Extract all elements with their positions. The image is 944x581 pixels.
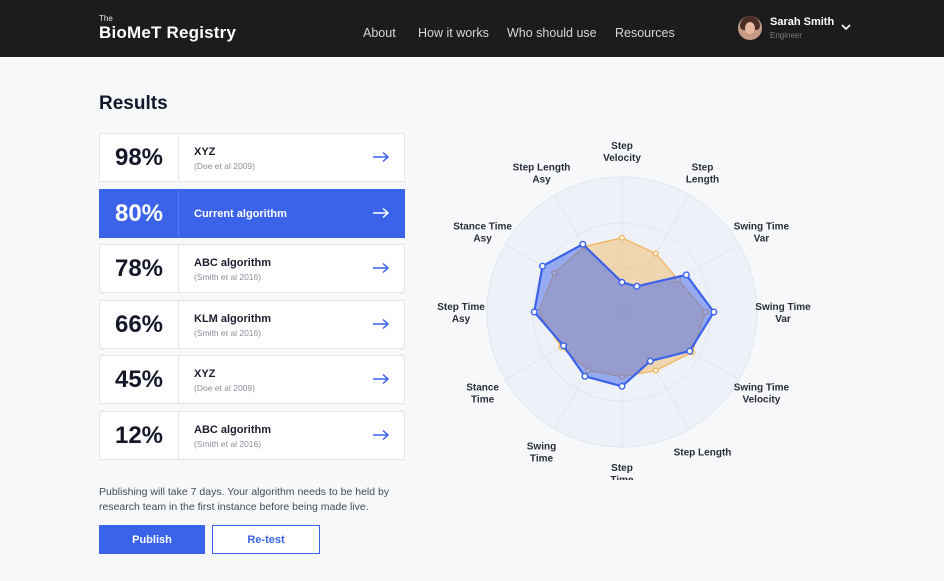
- radar-axis-label: Stance Time: [466, 383, 499, 406]
- radar-data-point: [530, 308, 538, 316]
- user-name: Sarah Smith: [770, 16, 835, 28]
- avatar: [738, 16, 762, 40]
- algorithm-name: ABC algorithm: [194, 257, 271, 269]
- radar-data-point: [560, 342, 568, 350]
- score-percentage: 12%: [100, 412, 179, 459]
- algorithm-name: Current algorithm: [194, 208, 287, 220]
- radar-axis-label: Step Time Asy: [437, 302, 485, 325]
- arrow-right-icon[interactable]: [372, 429, 390, 441]
- nav-who-should-use-link[interactable]: Who should use: [507, 26, 597, 40]
- radar-axis-label: Step Velocity: [603, 141, 641, 164]
- arrow-right-icon[interactable]: [372, 207, 390, 219]
- algorithm-name: XYZ: [194, 368, 216, 380]
- radar-axis-label: StepTime: [610, 463, 634, 480]
- algorithm-citation: (Smith et al 2016): [194, 328, 262, 338]
- score-percentage: 66%: [100, 301, 179, 348]
- radar-axis-label: Swing Time Velocity: [734, 383, 790, 406]
- algorithm-name: ABC algorithm: [194, 424, 271, 436]
- result-row[interactable]: 78% ABC algorithm (Smith et al 2016): [99, 244, 405, 293]
- radar-axis-label: Swing Time: [527, 441, 556, 464]
- result-row[interactable]: 98% XYZ (Doe et al 2009): [99, 133, 405, 182]
- logo[interactable]: The BioMeT Registry: [99, 14, 237, 43]
- publish-button[interactable]: Publish: [99, 525, 205, 554]
- radar-data-point: [646, 357, 654, 365]
- page-title: Results: [99, 93, 168, 114]
- result-row[interactable]: 66% KLM algorithm (Smith et al 2016): [99, 300, 405, 349]
- algorithm-citation: (Doe et al 2009): [194, 161, 255, 171]
- result-row-current[interactable]: 80% Current algorithm: [99, 189, 405, 238]
- logo-prefix: The: [99, 14, 113, 23]
- algorithm-name: KLM algorithm: [194, 313, 271, 325]
- retest-button[interactable]: Re-test: [212, 525, 320, 554]
- score-percentage: 45%: [100, 356, 179, 403]
- result-row[interactable]: 12% ABC algorithm (Smith et al 2016): [99, 411, 405, 460]
- radar-data-point: [581, 372, 589, 380]
- radar-axis-label: Step Length: [674, 447, 732, 458]
- arrow-right-icon[interactable]: [372, 318, 390, 330]
- radar-axis-label: Swing Time Var: [734, 222, 790, 245]
- radar-data-point: [633, 282, 641, 290]
- radar-data-point: [618, 278, 626, 286]
- radar-axis-label: Step Length Asy: [513, 163, 571, 186]
- radar-axis-label: Swing Time Var: [755, 302, 811, 325]
- radar-data-point: [710, 308, 718, 316]
- algorithm-citation: (Doe et al 2009): [194, 383, 255, 393]
- radar-data-point: [618, 382, 626, 390]
- algorithm-citation: (Smith et al 2016): [194, 272, 262, 282]
- arrow-right-icon[interactable]: [372, 262, 390, 274]
- nav-about-link[interactable]: About: [363, 26, 396, 40]
- score-percentage: 98%: [100, 134, 179, 181]
- radar-axis-label: Step Length: [686, 163, 719, 186]
- radar-chart: Step Velocity Step Length Swing Time Var Swing…: [437, 141, 811, 480]
- radar-data-point: [579, 240, 587, 248]
- result-row[interactable]: 45% XYZ (Doe et al 2009): [99, 355, 405, 404]
- radar-data-point: [652, 367, 659, 374]
- arrow-right-icon[interactable]: [372, 373, 390, 385]
- user-role: Engineer: [770, 31, 803, 40]
- algorithm-citation: (Smith et al 2016): [194, 439, 262, 449]
- arrow-right-icon[interactable]: [372, 151, 390, 163]
- top-navigation-bar: The BioMeT Registry About How it works W…: [0, 0, 944, 57]
- radar-data-point: [682, 271, 690, 279]
- nav-how-it-works-link[interactable]: How it works: [418, 26, 489, 40]
- radar-data-point: [652, 250, 659, 257]
- algorithm-name: XYZ: [194, 146, 216, 158]
- publishing-note: Publishing will take 7 days. Your algori…: [99, 486, 390, 513]
- radar-data-point: [618, 234, 625, 241]
- score-percentage: 78%: [100, 245, 179, 292]
- score-percentage: 80%: [100, 190, 179, 237]
- logo-title: BioMeT Registry: [99, 23, 237, 42]
- radar-data-point: [686, 347, 694, 355]
- radar-data-point: [538, 262, 546, 270]
- nav-resources-link[interactable]: Resources: [615, 26, 675, 40]
- chevron-down-icon[interactable]: [840, 21, 852, 33]
- radar-axis-label: Stance Time Asy: [453, 222, 512, 245]
